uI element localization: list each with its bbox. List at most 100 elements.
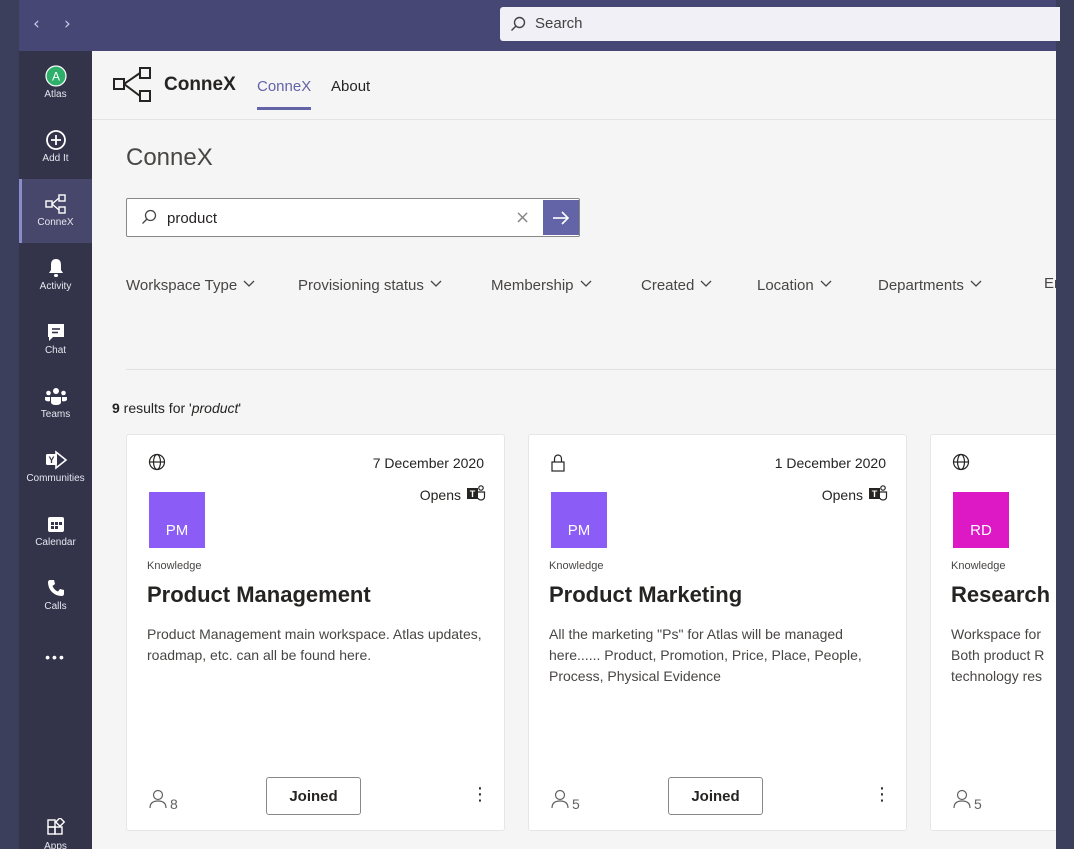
filter-label: Departments: [878, 277, 964, 294]
person-icon: [149, 789, 167, 812]
tab-about[interactable]: About: [331, 78, 370, 95]
rail-item-chat[interactable]: Chat: [19, 307, 92, 371]
rail-item-connex[interactable]: ConneX: [19, 179, 92, 243]
divider: [126, 369, 1056, 370]
opens-in-teams-link[interactable]: Opens T: [420, 484, 486, 505]
rail-label: Chat: [44, 345, 67, 356]
workspace-avatar: RD: [953, 492, 1009, 548]
results-text-end: ': [238, 400, 242, 416]
calendar-icon: [19, 512, 92, 536]
results-term: product: [191, 400, 239, 416]
workspace-title[interactable]: Research &: [951, 582, 1056, 608]
chevron-down-icon: [430, 275, 442, 292]
svg-text:T: T: [470, 489, 476, 499]
chevron-down-icon: [970, 275, 982, 292]
arrow-right-icon: [553, 210, 570, 225]
filter-workspace-type[interactable]: Workspace Type: [126, 275, 255, 294]
back-button[interactable]: ‹: [33, 12, 40, 36]
filter-location[interactable]: Location: [757, 275, 832, 294]
workspace-avatar: PM: [149, 492, 205, 548]
page-title: ConneX: [126, 144, 213, 171]
rail-label: Calls: [44, 601, 67, 612]
rail-item-calendar[interactable]: Calendar: [19, 499, 92, 563]
rail-label: ConneX: [37, 217, 74, 228]
filter-label: Workspace Type: [126, 277, 238, 294]
search-icon: [510, 16, 526, 37]
workspace-type: Knowledge: [951, 560, 1006, 572]
results-count: 9 results for 'product': [112, 400, 241, 416]
filter-label: Enti: [1044, 275, 1056, 292]
app-title: ConneX: [164, 74, 236, 95]
search-icon: [141, 209, 157, 230]
teams-logo-icon: T: [466, 484, 486, 505]
apps-icon: [19, 816, 92, 840]
filter-label: Membership: [491, 277, 574, 294]
member-count-value: 5: [572, 796, 580, 812]
add-circle-icon: [19, 128, 92, 152]
member-count-value: 8: [170, 796, 178, 812]
rail-item-teams[interactable]: Teams: [19, 371, 92, 435]
filter-entity[interactable]: Enti: [1044, 275, 1056, 292]
results-number: 9: [112, 400, 120, 416]
atlas-avatar-icon: A: [19, 64, 92, 88]
workspace-type: Knowledge: [549, 560, 604, 572]
search-placeholder: Search: [535, 15, 583, 32]
chevron-down-icon: [243, 275, 255, 292]
teams-logo-icon: T: [868, 484, 888, 505]
opens-label: Opens: [821, 486, 863, 503]
workspace-title[interactable]: Product Management: [147, 582, 371, 608]
filter-label: Provisioning status: [298, 277, 424, 294]
rail-item-atlas[interactable]: A Atlas: [19, 51, 92, 115]
joined-button[interactable]: Joined: [266, 777, 361, 815]
rail-item-more[interactable]: •••: [19, 627, 92, 691]
opens-in-teams-link[interactable]: Opens T: [822, 484, 888, 505]
member-count: 5: [953, 789, 982, 812]
more-options-button[interactable]: ⋮: [471, 786, 489, 804]
app-header: ConneX ConneX About: [92, 51, 1056, 120]
rail-item-apps[interactable]: Apps: [19, 803, 92, 849]
chat-icon: [19, 320, 92, 344]
workspace-card[interactable]: 7 December 2020 Opens T PM Knowledge Prod…: [126, 434, 505, 831]
filter-departments[interactable]: Departments: [878, 275, 982, 294]
workspace-description: All the marketing "Ps" for Atlas will be…: [549, 626, 862, 684]
main-content: ConneX ConneX About ConneX product × Wor…: [92, 51, 1056, 849]
workspace-search-input[interactable]: product ×: [126, 198, 580, 237]
filter-membership[interactable]: Membership: [491, 275, 592, 294]
window-frame-right: [1056, 0, 1074, 849]
svg-text:Y: Y: [48, 455, 54, 465]
created-date: 1 December 2020: [774, 455, 886, 471]
chevron-down-icon: [700, 275, 712, 292]
rail-label: Teams: [40, 409, 71, 420]
rail-label: Add It: [42, 153, 69, 164]
more-icon: •••: [45, 649, 66, 665]
rail-label: Calendar: [35, 537, 76, 548]
workspace-avatar: PM: [551, 492, 607, 548]
joined-button[interactable]: Joined: [668, 777, 763, 815]
workspace-card[interactable]: 1 December 2020 Opens T PM Knowledge Prod…: [528, 434, 907, 831]
rail-item-activity[interactable]: Activity: [19, 243, 92, 307]
rail-item-add-it[interactable]: Add It: [19, 115, 92, 179]
lock-icon: [550, 453, 566, 478]
forward-button[interactable]: ›: [64, 12, 71, 36]
created-date: 7 December 2020: [372, 455, 484, 471]
rail-item-communities[interactable]: Y Communities: [19, 435, 92, 499]
more-options-button[interactable]: ⋮: [873, 786, 891, 804]
global-search-input[interactable]: Search: [500, 7, 1060, 41]
workspace-card[interactable]: RD Knowledge Research & Workspace for Bo…: [930, 434, 1056, 831]
person-icon: [953, 789, 971, 812]
filter-created[interactable]: Created: [641, 275, 712, 294]
rail-item-calls[interactable]: Calls: [19, 563, 92, 627]
submit-search-button[interactable]: [543, 200, 579, 235]
rail-label: Apps: [44, 841, 67, 849]
title-bar: ‹ › Search: [19, 0, 1060, 51]
svg-text:T: T: [872, 489, 878, 499]
workspace-title[interactable]: Product Marketing: [549, 582, 742, 608]
search-query-value: product: [167, 210, 218, 227]
filter-provisioning-status[interactable]: Provisioning status: [298, 275, 442, 294]
results-text: results for ': [119, 400, 192, 416]
clear-search-button[interactable]: ×: [515, 207, 530, 228]
rail-label: Communities: [26, 473, 85, 484]
tab-connex[interactable]: ConneX: [257, 78, 312, 110]
workspace-description: Workspace for Both product R technology …: [951, 626, 1045, 684]
window-frame-left: [0, 0, 19, 849]
